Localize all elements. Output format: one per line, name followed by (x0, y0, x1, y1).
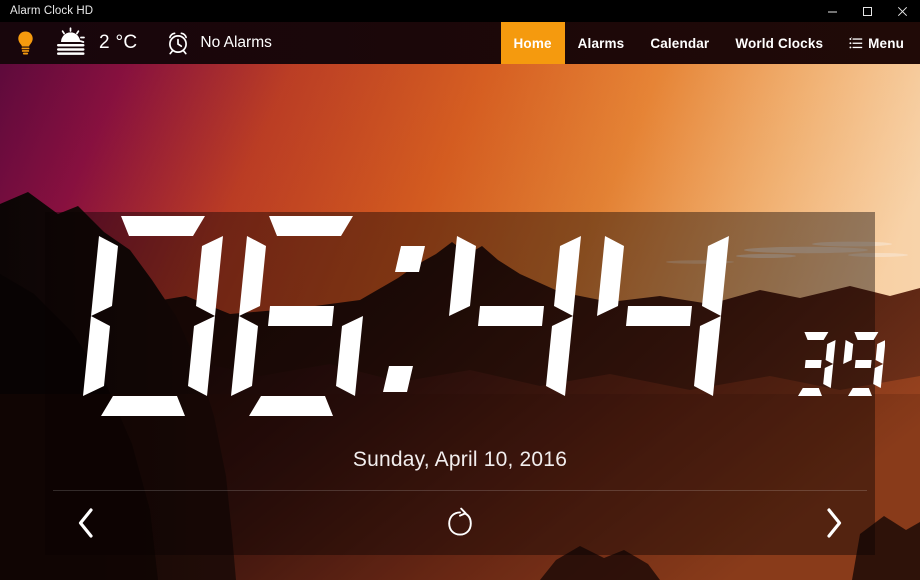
clock-face: Sunday, April 10, 2016 (45, 212, 885, 490)
hours-digits (83, 216, 363, 416)
next-button[interactable] (823, 507, 845, 539)
time-separator (383, 246, 425, 392)
chevron-right-icon (827, 508, 842, 538)
nav-item-world-clocks[interactable]: World Clocks (722, 22, 836, 64)
lightbulb-icon (18, 31, 33, 55)
main-navigation: Home Alarms Calendar World Clocks Menu (500, 22, 920, 64)
clock-panel: Sunday, April 10, 2016 (45, 212, 885, 555)
alarms-status-label: No Alarms (200, 34, 272, 51)
title-bar: Alarm Clock HD (0, 0, 920, 22)
weather-button[interactable]: 2 °C (43, 22, 141, 64)
nav-item-home[interactable]: Home (500, 22, 565, 64)
alarms-status-button[interactable]: No Alarms (141, 22, 272, 64)
nav-label-calendar: Calendar (650, 35, 710, 51)
nav-label-alarms: Alarms (577, 35, 625, 51)
close-icon (897, 6, 908, 16)
nav-label-world-clocks: World Clocks (735, 35, 824, 51)
close-button[interactable] (885, 0, 920, 22)
refresh-icon (448, 507, 472, 536)
sun-fog-icon (57, 27, 85, 55)
minimize-button[interactable] (815, 0, 850, 22)
nav-label-home: Home (513, 35, 552, 51)
previous-button[interactable] (75, 507, 97, 539)
nav-item-menu[interactable]: Menu (836, 22, 920, 64)
maximize-button[interactable] (850, 0, 885, 22)
app-window: Alarm Clock HD 2 °C No Alarms Home Alarm… (0, 0, 920, 580)
nav-item-alarms[interactable]: Alarms (565, 22, 638, 64)
minutes-digits (449, 236, 729, 396)
alarm-clock-icon (169, 32, 188, 55)
app-title: Alarm Clock HD (10, 5, 94, 17)
temperature-label: 2 °C (99, 32, 138, 53)
hamburger-menu-icon (849, 36, 863, 50)
maximize-icon (863, 6, 872, 16)
minimize-icon (828, 11, 837, 12)
seconds-digits (798, 332, 885, 396)
clock-controls (45, 491, 875, 555)
top-toolbar: 2 °C No Alarms Home Alarms Calendar Worl… (0, 22, 920, 64)
nav-item-calendar[interactable]: Calendar (637, 22, 722, 64)
toolbar-left-group: 2 °C No Alarms (0, 22, 272, 64)
refresh-button[interactable] (440, 507, 480, 539)
time-display (81, 216, 841, 431)
chevron-left-icon (78, 508, 93, 538)
nav-label-menu: Menu (868, 35, 904, 51)
night-light-button[interactable] (8, 22, 43, 64)
date-label: Sunday, April 10, 2016 (352, 448, 568, 471)
window-controls (815, 0, 920, 22)
